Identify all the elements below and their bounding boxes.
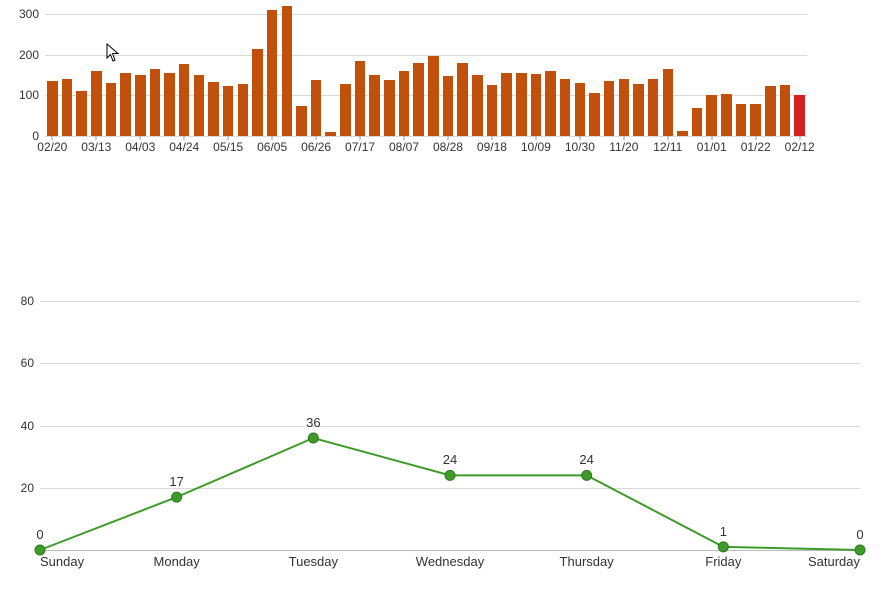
bar[interactable]	[457, 63, 468, 136]
bar[interactable]	[238, 84, 249, 136]
bar[interactable]	[369, 75, 380, 136]
bar-xtick: 06/05	[257, 136, 287, 154]
bar[interactable]	[663, 69, 674, 136]
line-point[interactable]	[445, 470, 455, 480]
bar[interactable]	[633, 84, 644, 136]
bar[interactable]	[443, 76, 454, 136]
bar-xtick: 04/03	[125, 136, 155, 154]
bar-xtick: 10/30	[565, 136, 595, 154]
bar[interactable]	[560, 79, 571, 136]
bar[interactable]	[692, 108, 703, 136]
line-point-label: 0	[36, 527, 43, 542]
bar-gridline	[45, 136, 807, 137]
bar[interactable]	[531, 74, 542, 136]
line-xtick: Thursday	[560, 550, 614, 569]
line-point[interactable]	[582, 470, 592, 480]
line-xtick: Sunday	[40, 550, 84, 569]
line-point-label: 36	[306, 415, 320, 430]
bar[interactable]	[135, 75, 146, 136]
bar[interactable]	[721, 94, 732, 136]
bar-ytick: 300	[19, 7, 45, 21]
bar-xtick: 10/09	[521, 136, 551, 154]
bar[interactable]	[355, 61, 366, 136]
bar-ytick: 200	[19, 48, 45, 62]
bar[interactable]	[208, 82, 219, 136]
bar[interactable]	[150, 69, 161, 136]
bar[interactable]	[91, 71, 102, 136]
line-point-label: 24	[443, 452, 457, 467]
bar[interactable]	[47, 81, 58, 136]
bar[interactable]	[164, 73, 175, 136]
bar[interactable]	[267, 10, 278, 136]
bar-xtick: 06/26	[301, 136, 331, 154]
bar[interactable]	[282, 6, 293, 136]
bar-xtick: 01/01	[697, 136, 727, 154]
bar[interactable]	[311, 80, 322, 136]
bar[interactable]	[223, 86, 234, 136]
line-xtick: Wednesday	[416, 550, 484, 569]
bar[interactable]	[252, 49, 263, 136]
bar[interactable]	[706, 95, 717, 136]
line-xtick: Friday	[705, 550, 741, 569]
bar-xtick: 08/28	[433, 136, 463, 154]
bar[interactable]	[384, 80, 395, 136]
bar-chart: 010020030002/2003/1304/0304/2405/1506/05…	[45, 6, 807, 136]
bar[interactable]	[487, 85, 498, 136]
bar[interactable]	[501, 73, 512, 136]
line-point[interactable]	[172, 492, 182, 502]
line-xtick: Tuesday	[289, 550, 338, 569]
bar-xtick: 02/20	[37, 136, 67, 154]
bar-xtick: 07/17	[345, 136, 375, 154]
bar-xtick: 04/24	[169, 136, 199, 154]
line-ytick: 20	[21, 481, 40, 495]
bar-xtick: 05/15	[213, 136, 243, 154]
line-series	[40, 270, 860, 550]
line-xtick: Saturday	[808, 550, 860, 569]
bar[interactable]	[76, 91, 87, 137]
bar[interactable]	[106, 83, 117, 136]
bar[interactable]	[575, 83, 586, 136]
line-point-label: 24	[579, 452, 593, 467]
bar-xtick: 03/13	[81, 136, 111, 154]
bar-gridline	[45, 14, 807, 15]
bar[interactable]	[589, 93, 600, 136]
bar[interactable]	[472, 75, 483, 136]
bar-xtick: 11/20	[609, 136, 638, 154]
bar[interactable]	[750, 104, 761, 136]
bar[interactable]	[413, 63, 424, 136]
bar[interactable]	[296, 106, 307, 136]
bar-xtick: 08/07	[389, 136, 419, 154]
line-ytick: 60	[21, 356, 40, 370]
bar[interactable]	[179, 64, 190, 136]
bar[interactable]	[780, 85, 791, 136]
bar[interactable]	[194, 75, 205, 136]
bar[interactable]	[619, 79, 630, 136]
line-ytick: 80	[21, 294, 40, 308]
line-xtick: Monday	[154, 550, 200, 569]
bar-gridline	[45, 55, 807, 56]
line-point-label: 1	[720, 524, 727, 539]
bar-xtick: 09/18	[477, 136, 507, 154]
bar[interactable]	[399, 71, 410, 136]
bar[interactable]	[765, 86, 776, 136]
bar[interactable]	[794, 95, 805, 136]
bar[interactable]	[604, 81, 615, 136]
bar[interactable]	[62, 79, 73, 136]
bar[interactable]	[428, 56, 439, 136]
bar-xtick: 01/22	[741, 136, 771, 154]
bar[interactable]	[120, 73, 131, 136]
line-ytick: 40	[21, 419, 40, 433]
line-point[interactable]	[308, 433, 318, 443]
bar[interactable]	[648, 79, 659, 136]
bar[interactable]	[516, 73, 527, 136]
bar[interactable]	[736, 104, 747, 136]
line-point-label: 0	[856, 527, 863, 542]
bar-xtick: 02/12	[785, 136, 815, 154]
line-point-label: 17	[169, 474, 183, 489]
bar[interactable]	[545, 71, 556, 136]
line-chart: 2040608001736242410SundayMondayTuesdayWe…	[40, 270, 860, 550]
bar-xtick: 12/11	[653, 136, 682, 154]
bar[interactable]	[340, 84, 351, 136]
bar-ytick: 100	[19, 88, 45, 102]
